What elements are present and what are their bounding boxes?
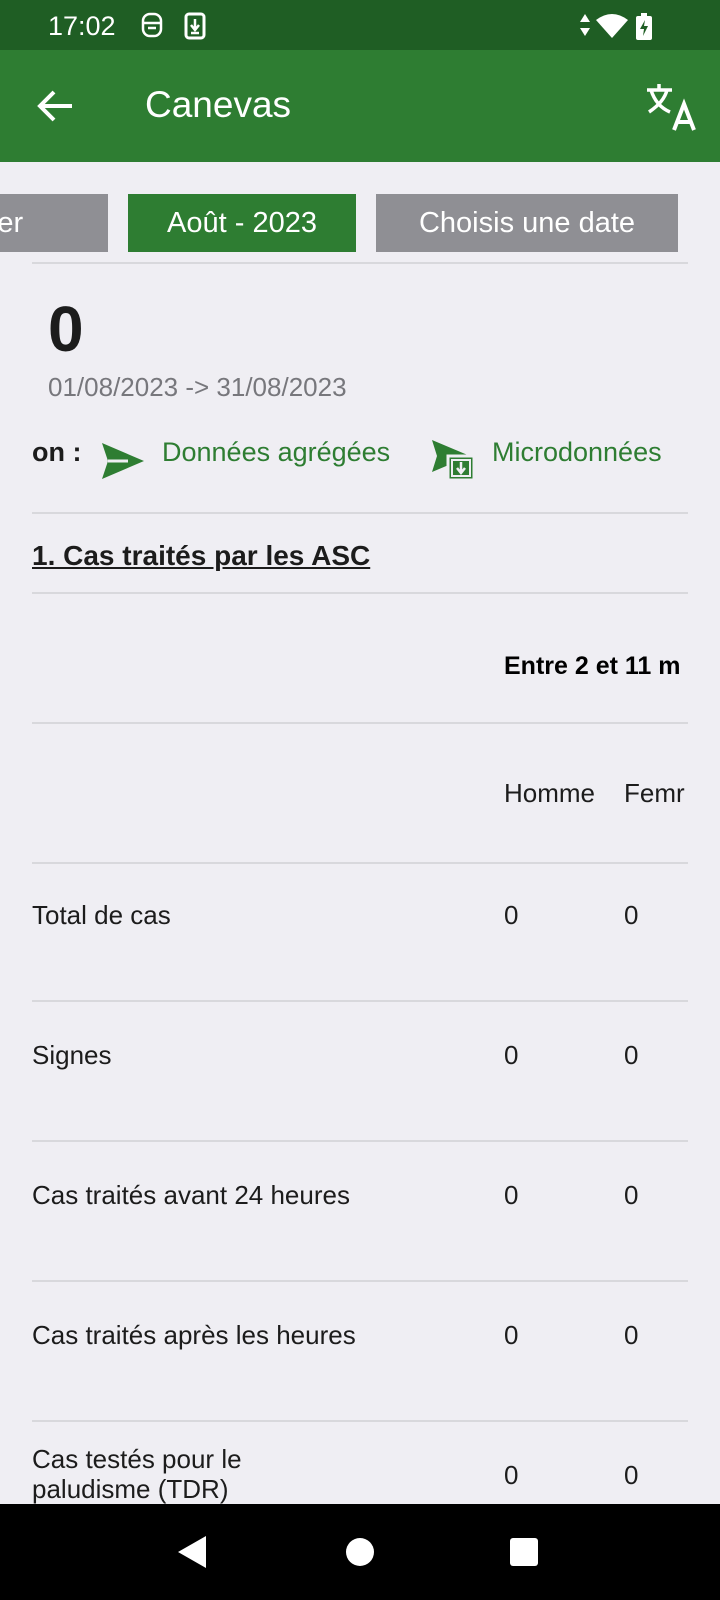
- home-nav-icon[interactable]: [344, 1536, 376, 1568]
- wifi-icon: [596, 14, 628, 38]
- table-divider: [32, 1000, 688, 1002]
- notification-app-icon: [141, 12, 163, 38]
- table-divider: [32, 1280, 688, 1282]
- table-divider: [32, 862, 688, 864]
- download-notification-icon: [184, 12, 206, 40]
- table-cell: 0: [504, 1320, 519, 1350]
- table-divider: [32, 1140, 688, 1142]
- table-row-label: Signes: [32, 1040, 112, 1070]
- table-cell: 0: [504, 900, 519, 930]
- table-divider: [32, 722, 688, 724]
- table-cell: 0: [624, 1320, 639, 1350]
- page-title: Canevas: [145, 84, 292, 125]
- table-cell: 0: [624, 1180, 639, 1210]
- main-content: Hier Août - 2023 Choisis une date 0 01/0…: [0, 162, 720, 1504]
- column-group-header: Entre 2 et 11 m: [504, 652, 681, 680]
- system-nav-bar: [0, 1504, 720, 1600]
- data-arrows-icon: [580, 14, 590, 36]
- back-arrow-icon[interactable]: [34, 84, 78, 128]
- table-cell: 0: [504, 1180, 519, 1210]
- battery-charging-icon: [636, 13, 652, 40]
- translate-icon[interactable]: [644, 80, 698, 134]
- data-table: Entre 2 et 11 m Homme Femr Total de cas …: [0, 162, 688, 1504]
- table-cell: 0: [624, 900, 639, 930]
- table-row-label: Cas traités avant 24 heures: [32, 1180, 350, 1210]
- table-cell: 0: [624, 1040, 639, 1070]
- status-bar: 17:02: [0, 0, 720, 50]
- back-nav-icon[interactable]: [176, 1534, 210, 1570]
- table-row-label: Total de cas: [32, 900, 171, 930]
- status-time: 17:02: [48, 11, 116, 41]
- app-bar: Canevas: [0, 50, 720, 162]
- recents-nav-icon[interactable]: [508, 1536, 540, 1568]
- column-header-male: Homme: [504, 778, 596, 808]
- table-cell: 0: [624, 1460, 639, 1490]
- table-divider: [32, 1420, 688, 1422]
- table-cell: 0: [504, 1040, 519, 1070]
- table-cell: 0: [504, 1460, 519, 1490]
- table-row-label: Cas traités après les heures: [32, 1320, 356, 1350]
- table-row-label: Cas testés pour le paludisme (TDR): [32, 1444, 242, 1504]
- column-header-female: Femr: [624, 778, 685, 808]
